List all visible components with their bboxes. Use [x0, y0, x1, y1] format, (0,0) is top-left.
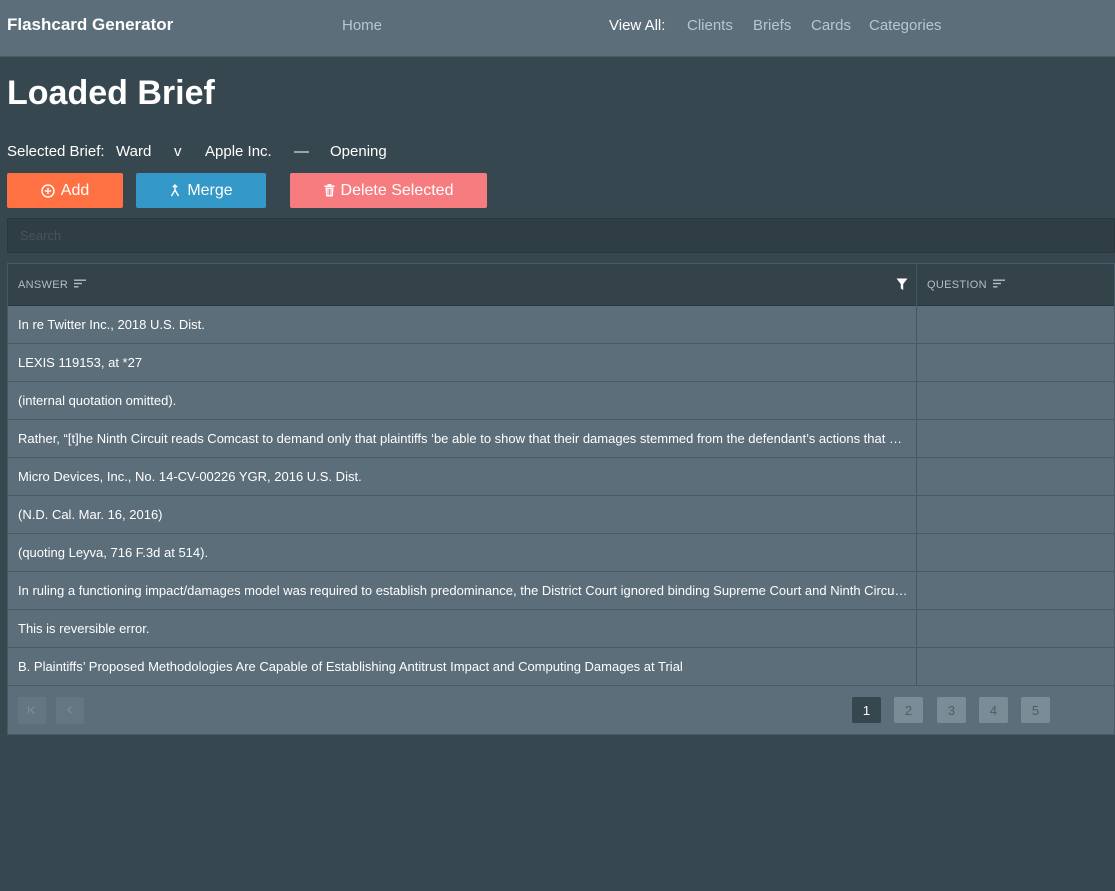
table-row[interactable]: (quoting Leyva, 716 F.3d at 514). — [8, 534, 1114, 572]
column-answer-label: ANSWER — [18, 279, 69, 291]
table-row[interactable]: (N.D. Cal. Mar. 16, 2016) — [8, 496, 1114, 534]
page-button-4[interactable]: 4 — [979, 697, 1008, 723]
table-row[interactable]: In ruling a functioning impact/damages m… — [8, 572, 1114, 610]
nav-view-all-label: View All: — [609, 17, 666, 34]
answer-cell[interactable]: (quoting Leyva, 716 F.3d at 514). — [18, 534, 908, 572]
nav-clients-link[interactable]: Clients — [687, 17, 733, 34]
table-header: ANSWER QUESTION — [8, 264, 1114, 306]
nav-home-link[interactable]: Home — [342, 17, 382, 34]
answer-cell[interactable]: Micro Devices, Inc., No. 14-CV-00226 YGR… — [18, 458, 908, 496]
table-row[interactable]: In re Twitter Inc., 2018 U.S. Dist. — [8, 306, 1114, 344]
search-bar — [7, 218, 1115, 253]
delete-selected-button[interactable]: Delete Selected — [290, 173, 487, 208]
previous-page-button[interactable] — [56, 697, 84, 724]
page-title: Loaded Brief — [7, 74, 215, 112]
brand-title[interactable]: Flashcard Generator — [7, 15, 173, 35]
table-row[interactable]: (internal quotation omitted). — [8, 382, 1114, 420]
column-question-label: QUESTION — [927, 279, 987, 291]
page-button-1[interactable]: 1 — [852, 697, 881, 723]
add-button-label: Add — [60, 181, 90, 199]
merge-button-label: Merge — [187, 181, 233, 199]
brief-defendant: Apple Inc. — [205, 143, 272, 160]
answer-cell[interactable]: This is reversible error. — [18, 610, 908, 648]
filter-icon[interactable] — [896, 278, 908, 296]
search-input[interactable] — [8, 219, 1114, 252]
column-header-answer[interactable]: ANSWER — [18, 264, 87, 306]
answer-cell[interactable]: Rather, “[t]he Ninth Circuit reads Comca… — [18, 420, 908, 458]
brief-versus: v — [174, 143, 182, 160]
nav-categories-link[interactable]: Categories — [869, 17, 942, 34]
answer-cell[interactable]: In re Twitter Inc., 2018 U.S. Dist. — [18, 306, 908, 344]
answer-cell[interactable]: (internal quotation omitted). — [18, 382, 908, 420]
column-header-question[interactable]: QUESTION — [927, 264, 1005, 306]
page-button-2[interactable]: 2 — [894, 697, 923, 723]
first-page-button[interactable] — [18, 697, 46, 724]
cards-table: ANSWER QUESTION In re Twitter Inc., 2018… — [7, 263, 1115, 735]
table-row[interactable]: Rather, “[t]he Ninth Circuit reads Comca… — [8, 420, 1114, 458]
table-row[interactable]: B. Plaintiffs’ Proposed Methodologies Ar… — [8, 648, 1114, 686]
delete-selected-label: Delete Selected — [340, 181, 454, 199]
merge-button[interactable]: Merge — [136, 173, 266, 208]
navbar: Flashcard Generator Home View All: Clien… — [0, 0, 1115, 57]
table-row[interactable]: LEXIS 119153, at *27 — [8, 344, 1114, 382]
sort-icon[interactable] — [992, 279, 1005, 291]
selected-brief-label: Selected Brief: — [7, 143, 105, 160]
table-row[interactable]: This is reversible error. — [8, 610, 1114, 648]
first-page-icon — [27, 704, 37, 718]
brief-type: Opening — [330, 143, 387, 160]
trash-icon — [324, 184, 335, 197]
nav-briefs-link[interactable]: Briefs — [753, 17, 791, 34]
table-row[interactable]: Micro Devices, Inc., No. 14-CV-00226 YGR… — [8, 458, 1114, 496]
answer-cell[interactable]: LEXIS 119153, at *27 — [18, 344, 908, 382]
brief-plaintiff: Ward — [116, 143, 152, 160]
nav-cards-link[interactable]: Cards — [811, 17, 851, 34]
add-button[interactable]: Add — [7, 173, 123, 208]
answer-cell[interactable]: B. Plaintiffs’ Proposed Methodologies Ar… — [18, 648, 908, 686]
sort-icon[interactable] — [74, 279, 87, 291]
answer-cell[interactable]: (N.D. Cal. Mar. 16, 2016) — [18, 496, 908, 534]
plus-circle-icon — [41, 183, 55, 198]
chevron-left-icon — [65, 704, 75, 718]
answer-cell[interactable]: In ruling a functioning impact/damages m… — [18, 572, 908, 610]
page-button-3[interactable]: 3 — [937, 697, 966, 723]
page-button-5[interactable]: 5 — [1021, 697, 1050, 723]
merge-icon — [169, 183, 181, 198]
brief-dash: — — [294, 143, 309, 160]
